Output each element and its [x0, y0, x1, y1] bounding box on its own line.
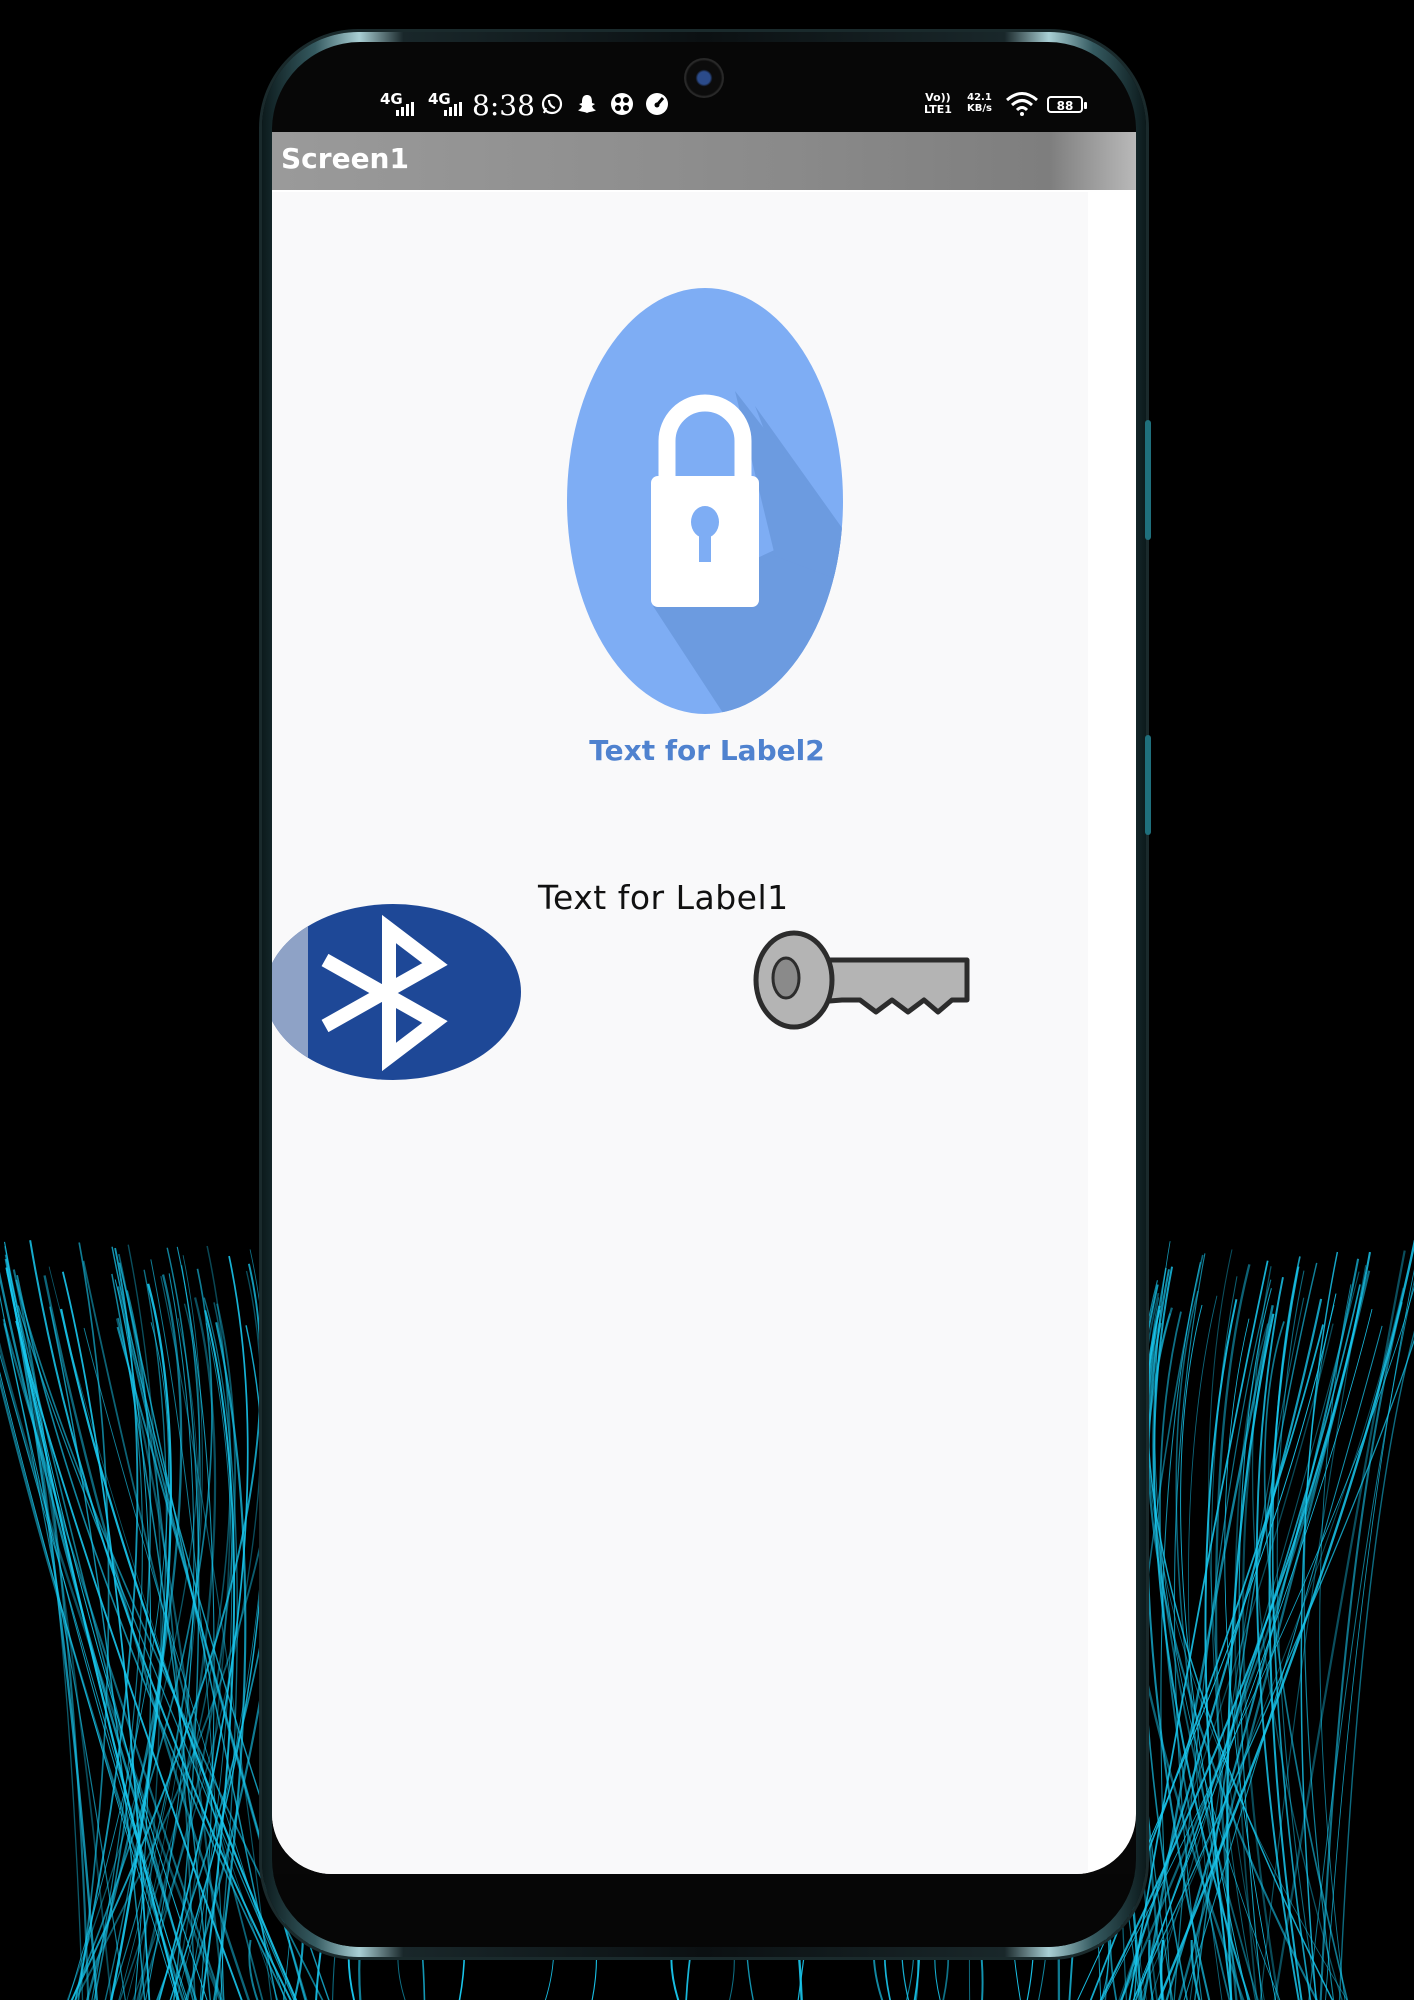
title-bar: Screen1	[272, 132, 1136, 190]
lock-icon[interactable]	[565, 286, 845, 716]
screen-title: Screen1	[281, 142, 409, 175]
gauge-icon	[646, 93, 668, 115]
front-camera	[684, 58, 724, 98]
app-screen: Screen1 Text for Label2 Text for Label1	[272, 132, 1136, 1874]
network-speed: 42.1 KB/s	[967, 92, 992, 114]
bluetooth-icon[interactable]	[272, 902, 528, 1082]
label2: Text for Label2	[589, 734, 825, 767]
light-streak	[17, 1305, 295, 2000]
signal-icon	[396, 102, 414, 116]
app-icon	[611, 93, 633, 115]
phone-chin	[272, 1874, 1136, 1947]
side-button	[1145, 735, 1151, 835]
key-icon[interactable]	[752, 920, 982, 1060]
wifi-icon	[1006, 92, 1038, 116]
whatsapp-icon	[541, 93, 563, 115]
light-streak	[1276, 1270, 1318, 2000]
volte-indicator: Vo)) LTE1	[924, 91, 952, 116]
phone-bezel: 4G 4G 8:38 Vo)) LTE1 42.1 KB/s 88 Screen…	[272, 42, 1136, 1947]
snapchat-icon	[578, 95, 596, 113]
signal-icon	[444, 102, 462, 116]
light-streak	[1159, 1939, 1165, 2000]
light-streak	[6, 1271, 84, 2000]
battery-indicator: 88	[1047, 96, 1087, 113]
side-button	[1145, 420, 1151, 540]
label1: Text for Label1	[538, 878, 789, 917]
status-time: 8:38	[472, 89, 535, 122]
